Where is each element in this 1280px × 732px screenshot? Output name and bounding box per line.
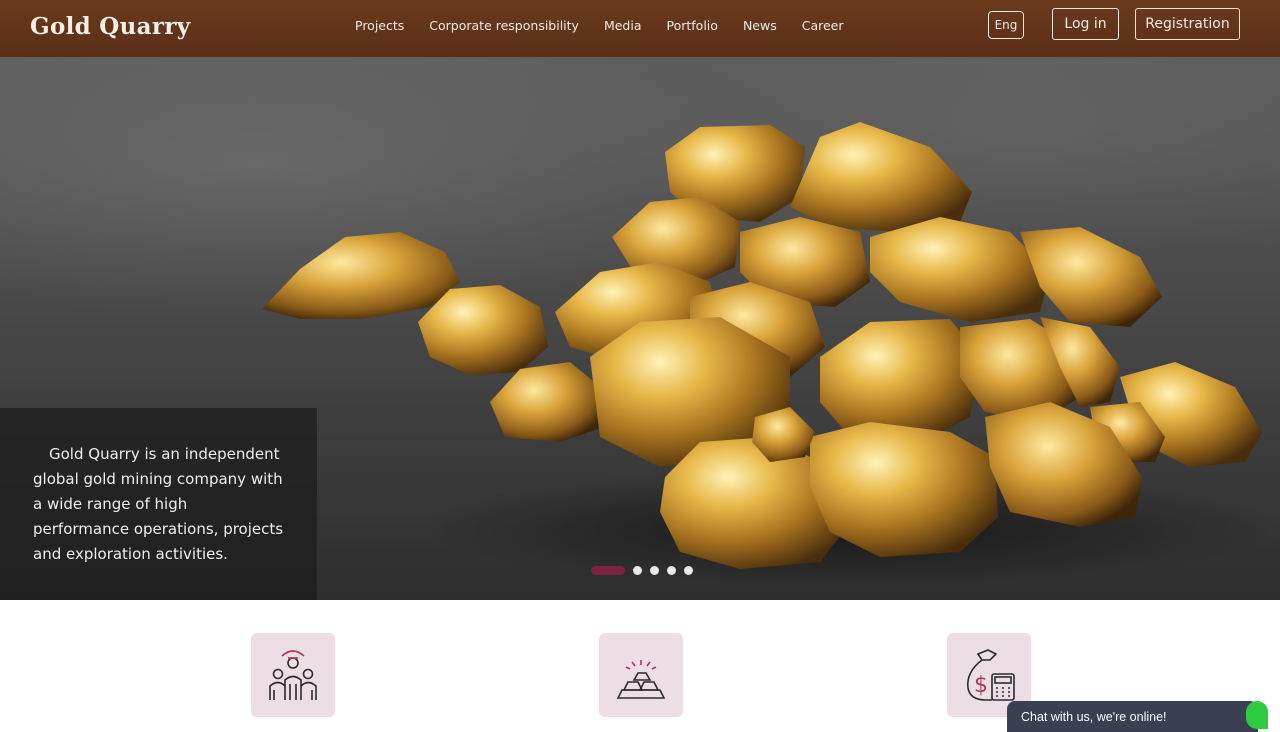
team-icon [269, 650, 317, 700]
nav-item-corporate-responsibility[interactable]: Corporate responsibility [429, 18, 579, 33]
money-calculator-icon: $ [966, 649, 1015, 701]
nav-item-news[interactable]: News [743, 18, 777, 33]
nav-item-career[interactable]: Career [802, 18, 844, 33]
slider-dot-2[interactable] [633, 566, 642, 575]
main-nav: Projects Corporate responsibility Media … [355, 18, 869, 33]
slider-dots [591, 566, 701, 575]
language-switcher[interactable]: Eng [988, 11, 1024, 39]
chat-label: Chat with us, we're online! [1021, 710, 1167, 724]
hero-slider: Gold Quarry is an independent global gol… [0, 57, 1280, 600]
registration-button[interactable]: Registration [1135, 8, 1240, 40]
nav-item-media[interactable]: Media [604, 18, 642, 33]
nav-item-projects[interactable]: Projects [355, 18, 404, 33]
slider-dot-1[interactable] [591, 566, 625, 575]
svg-text:$: $ [974, 673, 988, 698]
feature-tile-team[interactable] [251, 633, 335, 717]
slider-dot-4[interactable] [667, 566, 676, 575]
intro-text: Gold Quarry is an independent global gol… [33, 445, 284, 563]
login-button[interactable]: Log in [1052, 8, 1119, 40]
online-status-icon [1246, 701, 1268, 729]
site-logo[interactable]: Gold Quarry [30, 13, 190, 40]
gold-bars-icon [616, 660, 666, 699]
live-chat-widget[interactable]: Chat with us, we're online! [1007, 701, 1268, 732]
feature-tile-gold[interactable] [599, 633, 683, 717]
site-header: Gold Quarry Projects Corporate responsib… [0, 0, 1280, 57]
nav-item-portfolio[interactable]: Portfolio [667, 18, 718, 33]
intro-panel: Gold Quarry is an independent global gol… [0, 408, 317, 600]
slider-dot-3[interactable] [650, 566, 659, 575]
slider-dot-5[interactable] [684, 566, 693, 575]
